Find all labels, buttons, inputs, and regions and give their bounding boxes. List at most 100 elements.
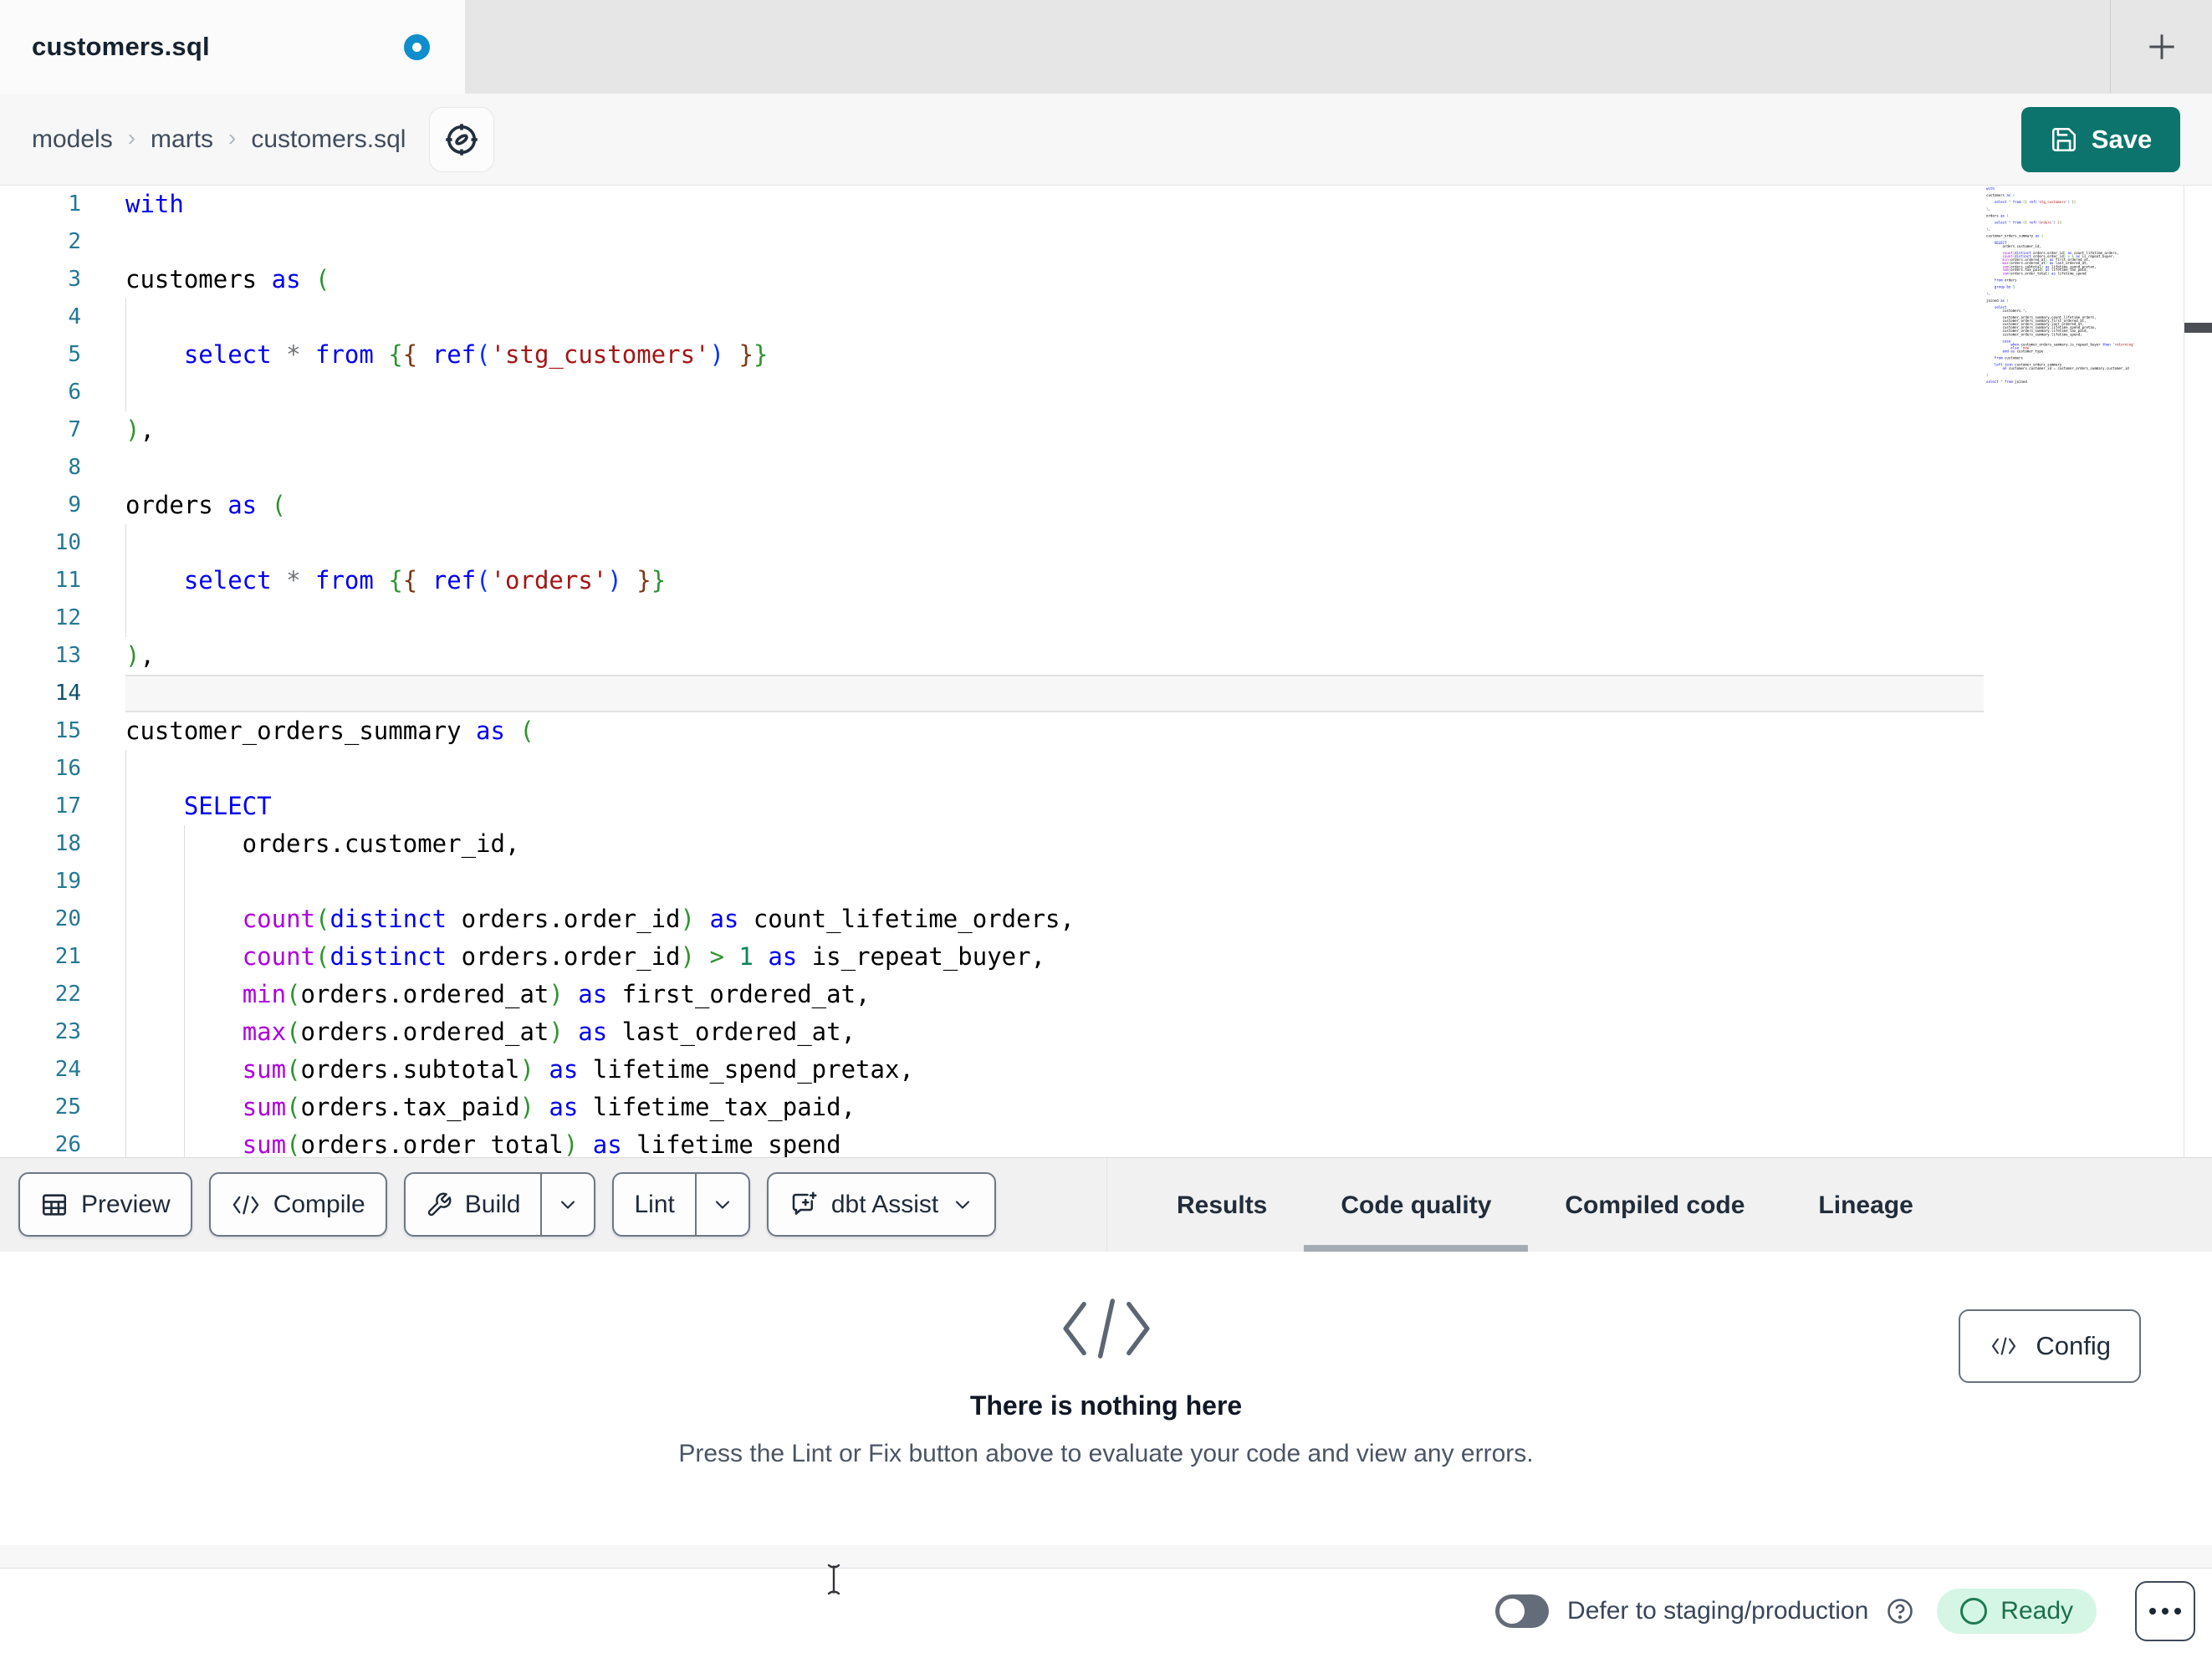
scrollbar-decoration xyxy=(2184,323,2212,333)
help-icon[interactable] xyxy=(1885,1596,1915,1626)
line-number: 21 xyxy=(54,944,81,969)
line-number: 25 xyxy=(54,1094,81,1120)
lint-button[interactable]: Lint xyxy=(614,1174,694,1235)
tab-lineage[interactable]: Lineage xyxy=(1781,1158,1949,1253)
breadcrumb: models › marts › customers.sql xyxy=(32,94,495,186)
breadcrumb-bar: models › marts › customers.sql Save xyxy=(0,94,2212,186)
code-line[interactable]: 2 xyxy=(0,223,1984,261)
code-line[interactable]: 9 orders as ( xyxy=(0,487,1984,524)
empty-code-icon xyxy=(1062,1298,1150,1359)
save-button[interactable]: Save xyxy=(2021,107,2180,172)
code-line[interactable]: 6 xyxy=(0,374,1984,411)
line-number: 12 xyxy=(54,605,81,630)
lint-dropdown-button[interactable] xyxy=(694,1174,748,1235)
defer-toggle[interactable] xyxy=(1495,1594,1550,1628)
line-number: 24 xyxy=(54,1057,81,1082)
line-number: 14 xyxy=(54,681,81,706)
code-line[interactable]: 12 xyxy=(0,599,1984,637)
line-number: 9 xyxy=(68,492,81,518)
code-line[interactable]: 8 xyxy=(0,449,1984,487)
code-editor[interactable]: 1 with 2 3 customers as (4 5 select * from {{… xyxy=(0,186,2212,1157)
preview-button[interactable]: Preview xyxy=(18,1172,192,1237)
line-number: 20 xyxy=(54,906,81,931)
plus-icon xyxy=(2149,34,2174,59)
code-line[interactable]: 17 SELECT xyxy=(0,788,1984,825)
build-button[interactable]: Build xyxy=(406,1174,541,1235)
code-line[interactable]: 19 xyxy=(0,863,1984,900)
breadcrumb-models[interactable]: models xyxy=(32,125,113,154)
chevron-down-icon xyxy=(561,1200,575,1209)
line-number: 10 xyxy=(54,530,81,555)
line-number: 1 xyxy=(68,191,81,217)
breadcrumb-marts[interactable]: marts xyxy=(151,125,213,154)
unsaved-changes-dot-icon xyxy=(404,33,430,60)
code-line[interactable]: 25 sum(orders.tax_paid) as lifetime_tax_… xyxy=(0,1089,1984,1126)
new-tab-button[interactable] xyxy=(2110,0,2212,94)
code-line[interactable]: 24 sum(orders.subtotal) as lifetime_spen… xyxy=(0,1051,1984,1089)
explore-lineage-button[interactable] xyxy=(429,107,495,172)
code-line[interactable]: 16 xyxy=(0,750,1984,788)
tab-code-quality-label: Code quality xyxy=(1341,1191,1492,1219)
breadcrumb-separator: › xyxy=(127,125,136,151)
line-number: 7 xyxy=(68,417,81,442)
code-line[interactable]: 18 orders.customer_id, xyxy=(0,825,1984,863)
empty-state-title: There is nothing here xyxy=(969,1390,1243,1421)
compile-button[interactable]: Compile xyxy=(208,1172,387,1237)
panel-scroll-strip xyxy=(0,1545,2212,1569)
compass-icon xyxy=(446,124,478,156)
tab-code-quality[interactable]: Code quality xyxy=(1304,1158,1529,1253)
toolbar-divider xyxy=(1106,1158,1107,1253)
tab-customers-sql[interactable]: customers.sql xyxy=(0,0,465,94)
code-line[interactable]: 3 customers as ( xyxy=(0,261,1984,298)
toggle-knob-icon xyxy=(1499,1599,1525,1624)
tab-title: customers.sql xyxy=(32,32,210,61)
lint-label: Lint xyxy=(634,1190,675,1218)
code-line[interactable]: 11 select * from {{ ref('orders') }} xyxy=(0,562,1984,599)
line-number: 17 xyxy=(54,793,81,819)
more-options-button[interactable] xyxy=(2135,1581,2195,1641)
build-dropdown-button[interactable] xyxy=(540,1174,594,1235)
empty-state-message: Press the Lint or Fix button above to ev… xyxy=(678,1440,1534,1467)
code-line[interactable]: 21 count(distinct orders.order_id) > 1 a… xyxy=(0,938,1984,976)
code-lines[interactable]: 1 with 2 3 customers as (4 5 select * from {{… xyxy=(0,186,1984,1157)
code-line[interactable]: 20 count(distinct orders.order_id) as co… xyxy=(0,900,1984,938)
chevron-down-icon xyxy=(715,1200,729,1209)
code-line[interactable]: 7), xyxy=(0,411,1984,449)
status-bar: Defer to staging/production Ready xyxy=(0,1569,2212,1653)
code-line[interactable]: 1 with xyxy=(0,186,1984,223)
ibeam-cursor xyxy=(827,1564,840,1595)
code-line[interactable]: 5 select * from {{ ref('stg_customers') … xyxy=(0,336,1984,374)
code-line[interactable]: 10 xyxy=(0,524,1984,562)
code-line[interactable]: 15 customer_orders_summary as ( xyxy=(0,712,1984,750)
ready-circle-icon xyxy=(1960,1598,1988,1625)
code-line[interactable]: 26 sum(orders.order_total) as lifetime_s… xyxy=(0,1126,1984,1157)
tab-compiled-code[interactable]: Compiled code xyxy=(1528,1158,1781,1253)
code-line[interactable]: 22 min(orders.ordered_at) as first_order… xyxy=(0,976,1984,1013)
editor-tab-bar: customers.sql xyxy=(0,0,2212,94)
tab-results[interactable]: Results xyxy=(1140,1158,1304,1253)
line-number: 8 xyxy=(68,455,81,480)
code-line[interactable]: 13), xyxy=(0,637,1984,675)
line-number: 26 xyxy=(54,1132,81,1157)
line-number: 3 xyxy=(68,267,81,292)
code-line[interactable]: 14 xyxy=(0,675,1984,712)
line-number: 5 xyxy=(68,342,81,367)
dbt-assist-button[interactable]: dbt Assist xyxy=(766,1172,997,1237)
tab-lineage-label: Lineage xyxy=(1818,1191,1913,1219)
ellipsis-icon xyxy=(2149,1608,2156,1615)
code-quality-panel: Config There is nothing here Press the L… xyxy=(0,1252,2212,1545)
code-line[interactable]: 23 max(orders.ordered_at) as last_ordere… xyxy=(0,1013,1984,1051)
breadcrumb-separator: › xyxy=(228,125,237,151)
minimap[interactable]: with customers as ( select * from {{ ref… xyxy=(1986,187,2184,1156)
results-panel-tabs: Results Code quality Compiled code Linea… xyxy=(1140,1158,1950,1253)
status-badge-ready[interactable]: Ready xyxy=(1937,1589,2097,1634)
code-line[interactable]: 4 xyxy=(0,298,1984,336)
line-number: 22 xyxy=(54,982,81,1007)
line-number: 18 xyxy=(54,831,81,856)
build-label: Build xyxy=(464,1190,521,1218)
code-icon xyxy=(232,1195,259,1214)
line-number: 2 xyxy=(68,229,81,254)
ready-label: Ready xyxy=(2000,1597,2073,1625)
build-split-button: Build xyxy=(403,1172,596,1237)
editor-scrollbar[interactable] xyxy=(2184,186,2212,1157)
